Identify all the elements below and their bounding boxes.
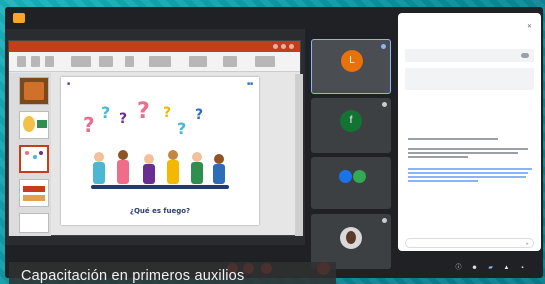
slide-scrollbar[interactable] xyxy=(295,74,303,236)
allow-messages-row xyxy=(405,49,534,62)
avatar: f xyxy=(340,110,362,132)
question-mark-icon: ? xyxy=(119,111,128,127)
send-icon[interactable]: ➤ xyxy=(526,241,529,246)
question-mark-icon: ? xyxy=(195,107,204,123)
ribbon xyxy=(9,52,300,72)
ribbon-tool-icon xyxy=(99,56,113,67)
participant-tile-speaking[interactable]: L xyxy=(311,39,391,94)
logo-left: ■ xyxy=(67,81,71,87)
chat-input[interactable]: ➤ xyxy=(405,238,534,248)
maximize-icon xyxy=(281,44,286,49)
current-slide: ■ ■■ ? ? ? ? ? ? ? ¿Qué es fuego? xyxy=(61,77,259,225)
presentation-icon xyxy=(13,13,25,23)
participant-tile-group[interactable] xyxy=(311,157,391,209)
speaking-icon xyxy=(381,44,386,49)
question-mark-icon: ? xyxy=(101,103,111,122)
chat-notice xyxy=(405,68,534,90)
chat-panel: ✕ ➤ xyxy=(398,13,541,251)
slide-thumbnail[interactable] xyxy=(19,77,49,105)
powerpoint-title-bar xyxy=(9,41,300,52)
avatar: L xyxy=(341,50,363,72)
message-text xyxy=(408,147,534,158)
question-mark-icon: ? xyxy=(163,105,172,121)
logo-right: ■■ xyxy=(246,81,253,87)
message-text xyxy=(408,137,534,140)
meet-window: ■ ■■ ? ? ? ? ? ? ? ¿Qué es fuego? L f ✕ … xyxy=(5,7,543,278)
slide-thumbnail-selected[interactable] xyxy=(19,145,49,173)
question-mark-icon: ? xyxy=(83,113,95,137)
slide-thumbnail[interactable] xyxy=(19,213,49,233)
message-link[interactable] xyxy=(408,167,534,182)
slide-thumbnail[interactable] xyxy=(19,179,49,207)
close-icon xyxy=(289,44,294,49)
activities-icon[interactable]: ▲ xyxy=(503,265,510,272)
ribbon-tool-icon xyxy=(31,56,40,67)
slide-thumbnail[interactable] xyxy=(19,111,49,139)
lock-icon[interactable]: ▪ xyxy=(519,265,526,272)
ribbon-tool-icon xyxy=(149,56,171,67)
minimize-icon xyxy=(273,44,278,49)
mic-off-icon xyxy=(382,102,387,107)
avatar xyxy=(339,170,352,183)
ribbon-tool-icon xyxy=(45,56,54,67)
ribbon-tool-icon xyxy=(125,56,134,67)
allow-messages-toggle[interactable] xyxy=(521,53,529,58)
question-mark-icon: ? xyxy=(177,119,187,138)
slide-thumbnails xyxy=(9,73,51,236)
people-illustration xyxy=(91,150,229,189)
slide-heading: ¿Qué es fuego? xyxy=(129,207,191,215)
people-icon[interactable]: ☻ xyxy=(471,265,478,272)
mic-off-icon xyxy=(382,218,387,223)
caption-banner: Capacitación en primeros auxilios xyxy=(9,262,336,284)
shared-powerpoint: ■ ■■ ? ? ? ? ? ? ? ¿Qué es fuego? xyxy=(8,40,303,236)
info-icon[interactable]: ⓘ xyxy=(455,265,462,272)
ribbon-tool-icon xyxy=(17,56,26,67)
caption-text: Capacitación en primeros auxilios xyxy=(21,268,245,284)
close-icon[interactable]: ✕ xyxy=(527,23,532,30)
avatar xyxy=(353,170,366,183)
question-mark-icon: ? xyxy=(137,99,150,124)
avatar xyxy=(340,227,362,249)
ribbon-tool-icon xyxy=(71,56,91,67)
ribbon-tool-icon xyxy=(255,56,275,67)
chat-icon[interactable]: ▰ xyxy=(487,265,494,272)
participant-tiles: L f xyxy=(311,39,393,269)
presenting-banner xyxy=(5,7,395,29)
participant-tile[interactable]: f xyxy=(311,98,391,153)
ribbon-tool-icon xyxy=(223,56,237,67)
ribbon-tool-icon xyxy=(189,56,207,67)
